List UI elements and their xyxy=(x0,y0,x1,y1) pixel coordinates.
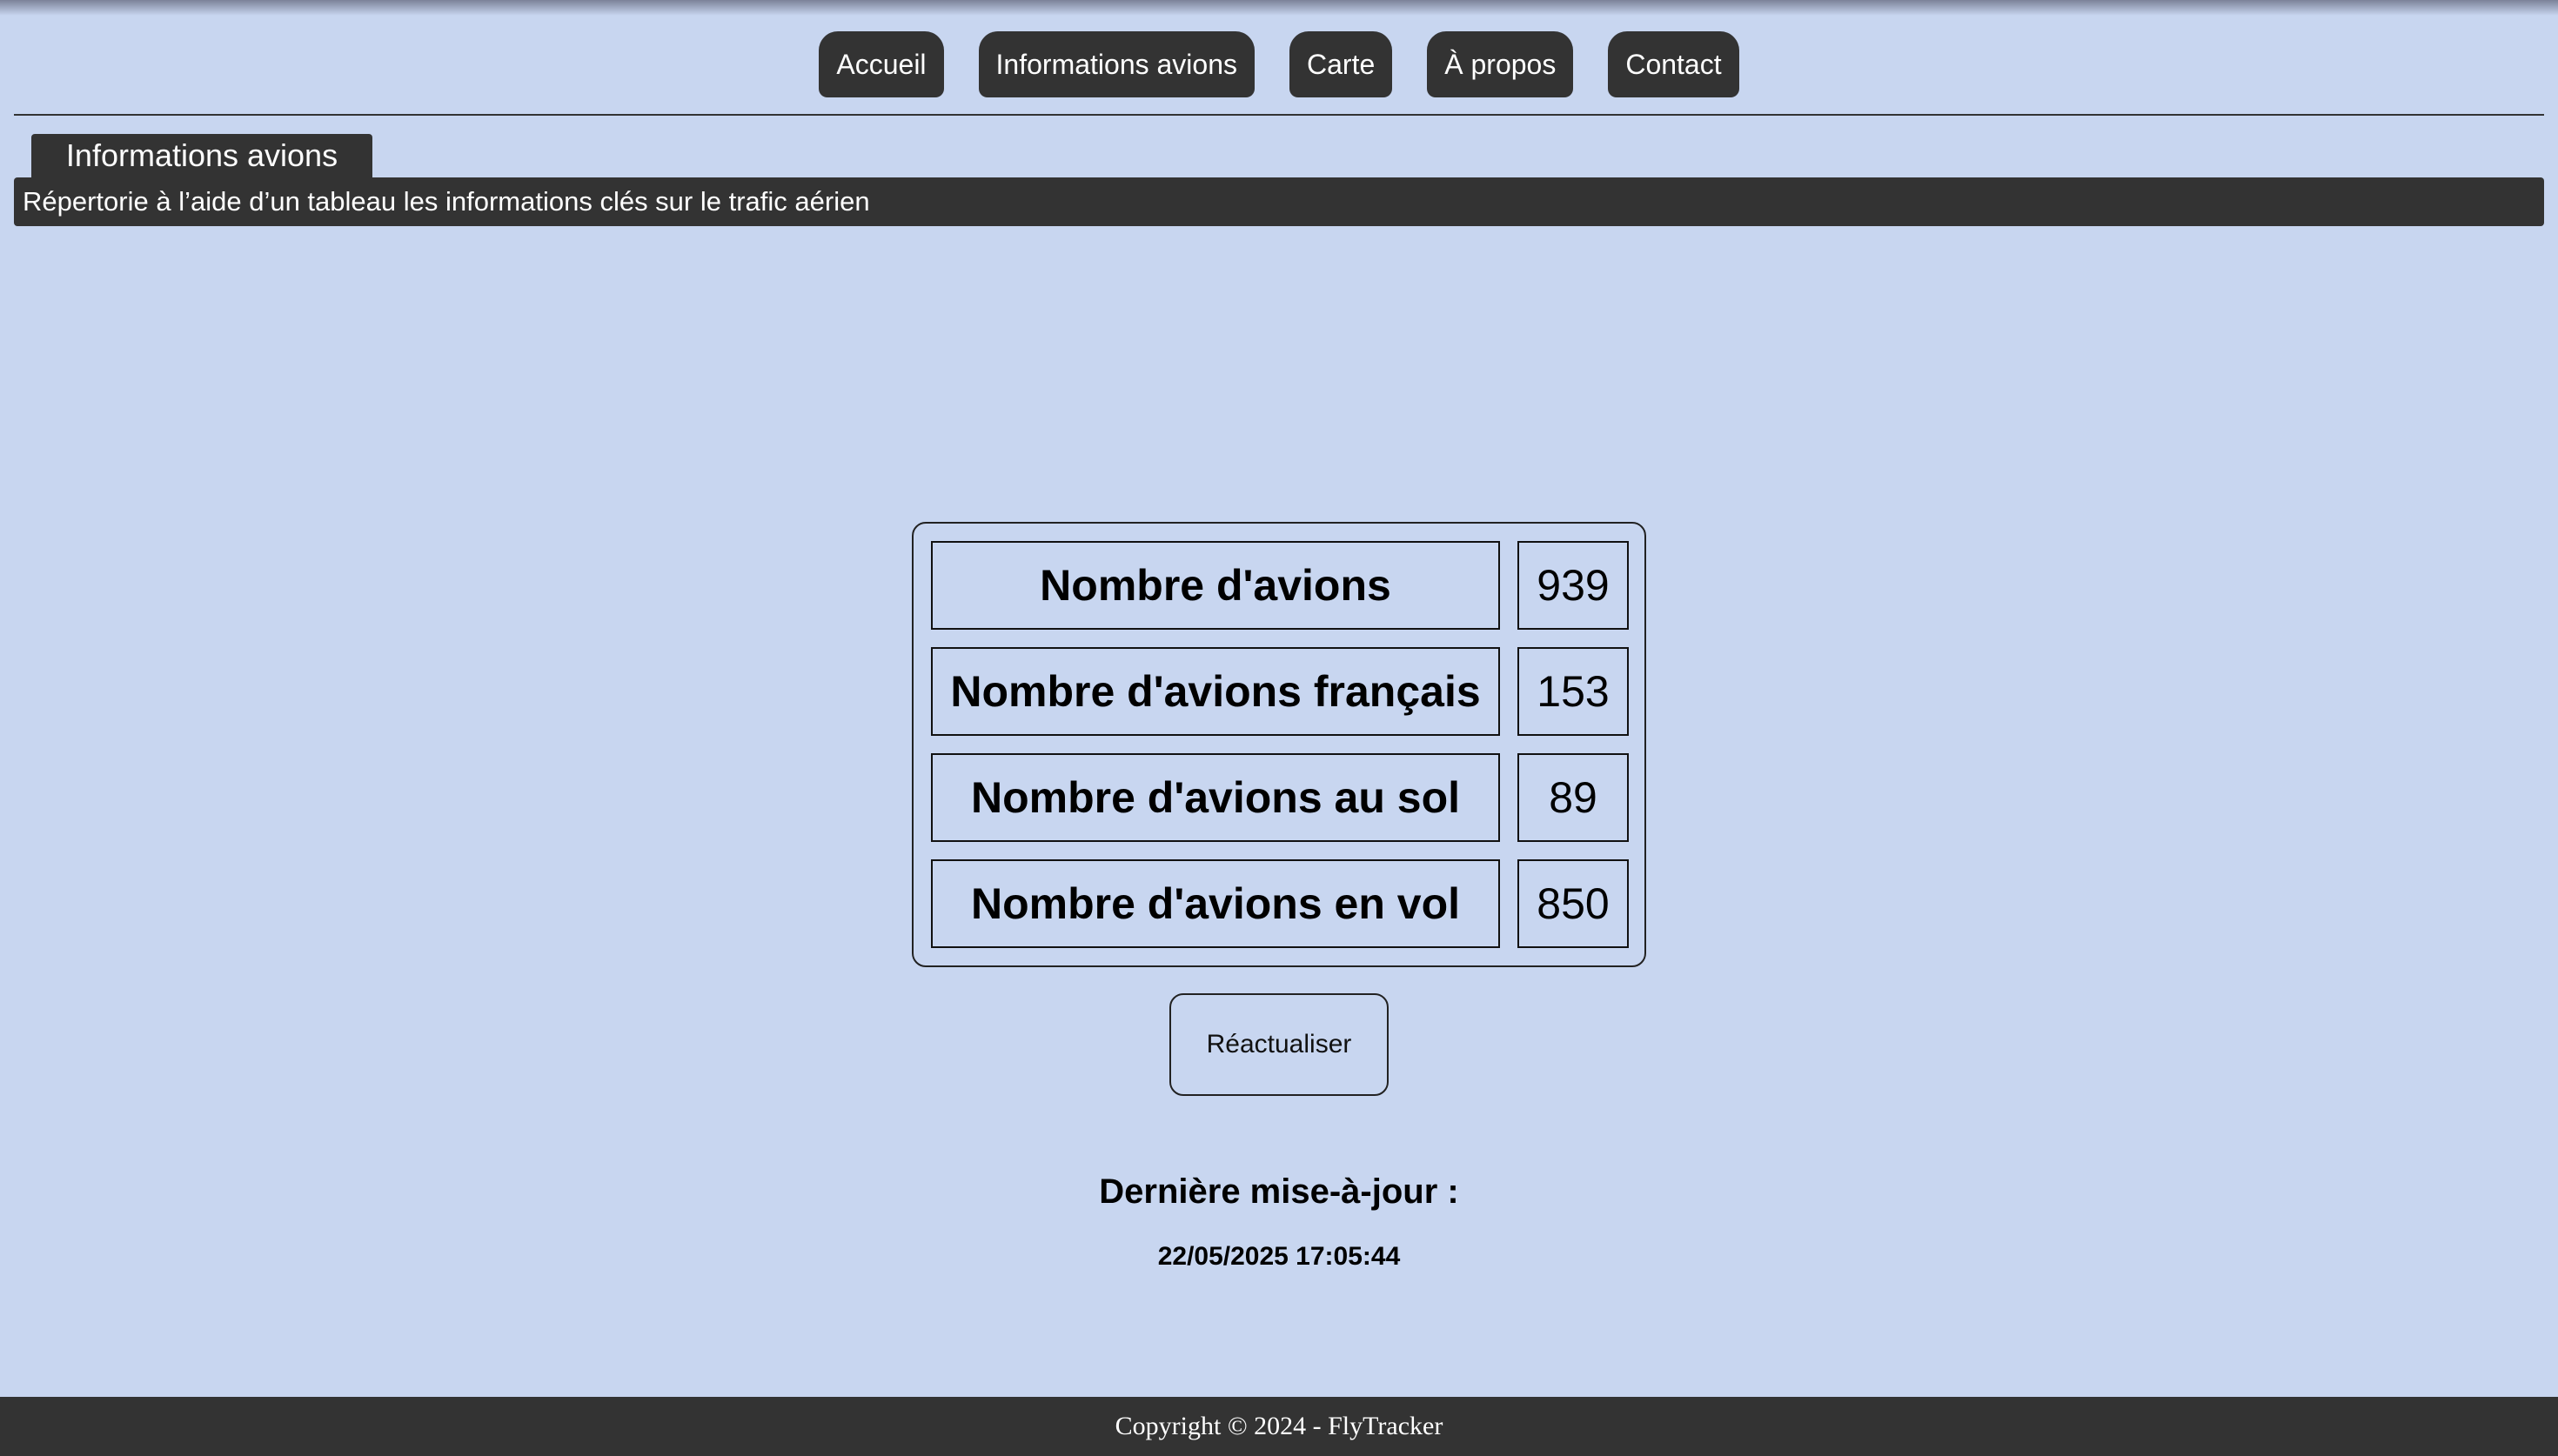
last-update-title: Dernière mise-à-jour : xyxy=(1099,1172,1459,1211)
nav-a-propos[interactable]: À propos xyxy=(1427,31,1574,97)
stat-label-ground: Nombre d'avions au sol xyxy=(931,753,1500,842)
stat-value-ground: 89 xyxy=(1517,753,1629,842)
top-shadow xyxy=(0,0,2558,16)
stat-value-total: 939 xyxy=(1517,541,1629,630)
stats-table: Nombre d'avions 939 Nombre d'avions fran… xyxy=(912,522,1646,967)
copyright-text: Copyright © 2024 - FlyTracker xyxy=(1115,1412,1443,1440)
nav-accueil[interactable]: Accueil xyxy=(819,31,944,97)
main-nav: Accueil Informations avions Carte À prop… xyxy=(0,31,2558,97)
footer: Copyright © 2024 - FlyTracker xyxy=(0,1397,2558,1456)
refresh-button[interactable]: Réactualiser xyxy=(1169,993,1389,1096)
stat-value-french: 153 xyxy=(1517,647,1629,736)
stat-label-french: Nombre d'avions français xyxy=(931,647,1500,736)
stat-value-flight: 850 xyxy=(1517,859,1629,948)
nav-informations-avions[interactable]: Informations avions xyxy=(978,31,1255,97)
nav-contact[interactable]: Contact xyxy=(1608,31,1739,97)
section-title: Informations avions xyxy=(31,134,372,177)
nav-divider xyxy=(14,114,2544,116)
stat-label-flight: Nombre d'avions en vol xyxy=(931,859,1500,948)
nav-carte[interactable]: Carte xyxy=(1289,31,1393,97)
stat-label-total: Nombre d'avions xyxy=(931,541,1500,630)
last-update-timestamp: 22/05/2025 17:05:44 xyxy=(1157,1242,1401,1271)
section-description: Répertorie à l’aide d’un tableau les inf… xyxy=(14,177,2544,226)
